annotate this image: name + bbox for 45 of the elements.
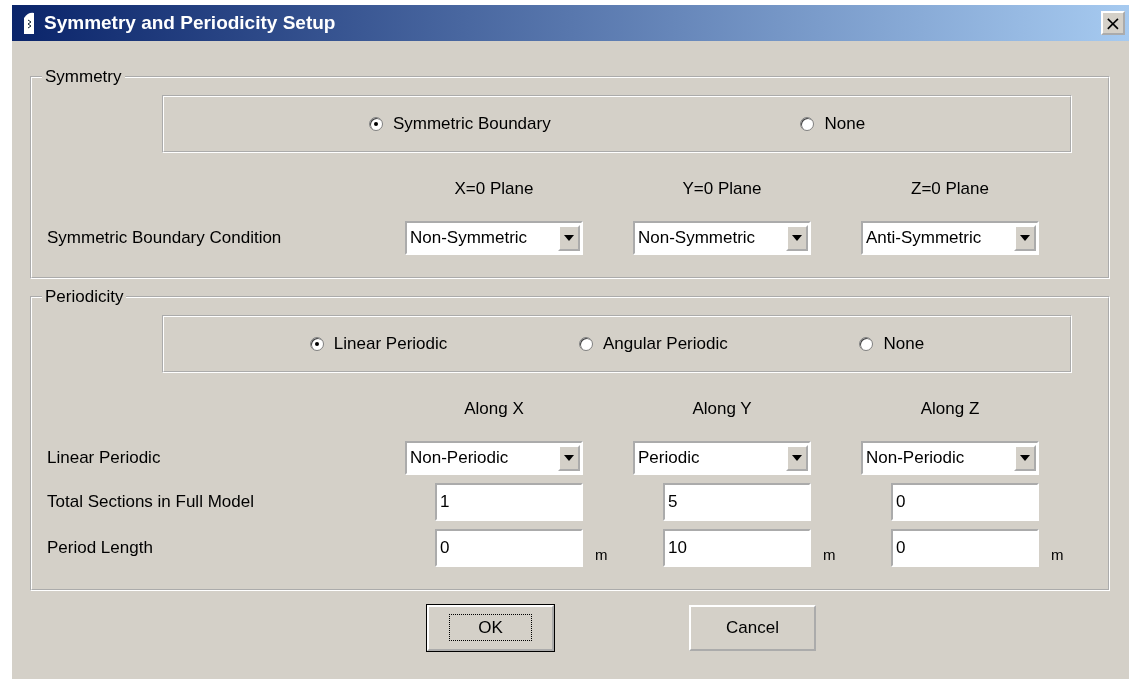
- unit-label: m: [1051, 544, 1064, 563]
- row-label: Total Sections in Full Model: [47, 492, 255, 512]
- radio-button[interactable]: [579, 337, 593, 351]
- unit-label: m: [595, 544, 608, 563]
- column-header: Z=0 Plane: [910, 179, 990, 200]
- column-header: Along X: [463, 399, 525, 420]
- input-field[interactable]: 1: [435, 483, 583, 521]
- app-icon: [22, 12, 36, 34]
- column-header: Along Y: [691, 399, 753, 420]
- dropdown[interactable]: Non-Periodic: [405, 441, 583, 475]
- column-header: Y=0 Plane: [681, 179, 763, 200]
- input-field[interactable]: 5: [663, 483, 811, 521]
- radio-option[interactable]: None: [800, 114, 866, 134]
- dropdown[interactable]: Anti-Symmetric: [861, 221, 1039, 255]
- dropdown[interactable]: Periodic: [633, 441, 811, 475]
- group-title: Symmetry: [44, 67, 123, 87]
- row-label: Period Length: [47, 538, 154, 558]
- row-label: Linear Periodic: [47, 448, 162, 468]
- column-header: Along Z: [919, 399, 981, 420]
- group-title: Periodicity: [44, 287, 125, 307]
- radio-label: Linear Periodic: [333, 334, 448, 354]
- input-field[interactable]: 10: [663, 529, 811, 567]
- radio-button[interactable]: [859, 337, 874, 351]
- input-field[interactable]: 0: [891, 529, 1039, 567]
- input-field[interactable]: 0: [435, 529, 583, 567]
- radio-button[interactable]: [309, 337, 324, 351]
- dropdown[interactable]: Non-Symmetric: [633, 221, 811, 255]
- dropdown[interactable]: Non-Symmetric: [405, 221, 583, 255]
- radio-option[interactable]: None: [859, 334, 925, 354]
- dialog-button[interactable]: OK: [427, 605, 554, 651]
- row-label: Symmetric Boundary Condition: [47, 228, 283, 248]
- radio-label: None: [824, 114, 866, 134]
- close-button[interactable]: ×: [1101, 11, 1125, 35]
- input-field[interactable]: 0: [891, 483, 1039, 521]
- radio-label: Angular Periodic: [603, 334, 728, 354]
- radio-option[interactable]: Angular Periodic: [579, 334, 728, 354]
- radio-label: None: [883, 334, 925, 354]
- dropdown[interactable]: Non-Periodic: [861, 441, 1039, 475]
- radio-button[interactable]: [368, 117, 383, 131]
- window-title: Symmetry and Periodicity Setup: [44, 12, 337, 34]
- unit-label: m: [823, 544, 836, 563]
- column-header: X=0 Plane: [453, 179, 535, 200]
- radio-option[interactable]: Linear Periodic: [309, 334, 448, 354]
- dialog-button[interactable]: Cancel: [689, 605, 816, 651]
- radio-button[interactable]: [800, 117, 815, 131]
